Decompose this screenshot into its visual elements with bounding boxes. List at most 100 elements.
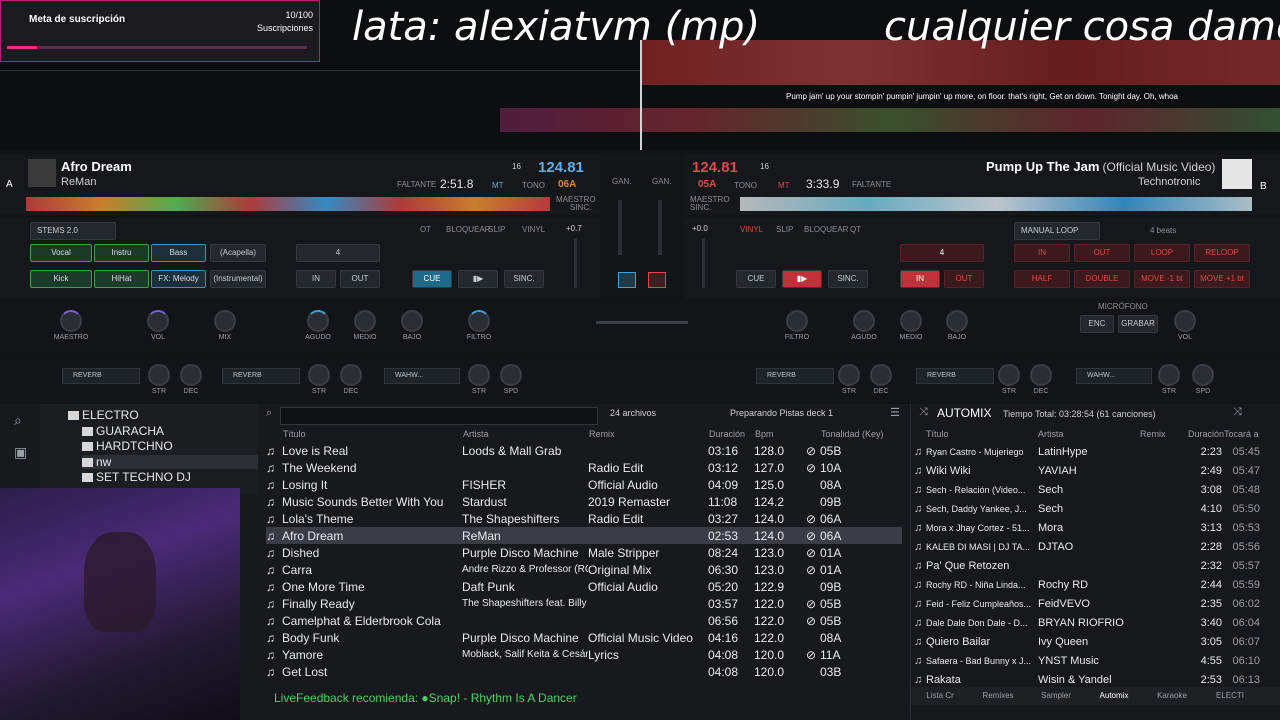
deck-b-cue-button[interactable]: CUE — [736, 270, 776, 288]
automix-row[interactable]: ♫ Dale Dale Don Dale - D... BRYAN RIOFRIO 3… — [913, 613, 1261, 632]
fx-b-2-str-knob[interactable] — [998, 364, 1020, 386]
automix-row[interactable]: ♫ Wiki Wiki YAVIAH 2:49 05:47 — [913, 461, 1261, 480]
fx-a-3-str-knob[interactable] — [468, 364, 490, 386]
automix-row[interactable]: ♫ Safaera - Bad Bunny x J... YNST Music 4:5… — [913, 651, 1261, 670]
browser-search-icon[interactable]: ⌕ — [266, 407, 272, 420]
tab-2[interactable]: Sampler — [1027, 687, 1085, 705]
tree-item-set-techno[interactable]: SET TECHNO DJ — [82, 470, 191, 484]
fx-a-2-dec-knob[interactable] — [340, 364, 362, 386]
loop-size[interactable]: 4 — [296, 244, 380, 262]
tab-5[interactable]: ELECTI — [1201, 687, 1259, 705]
deck-a-high-knob[interactable] — [307, 310, 329, 332]
col-duration[interactable]: Duración — [708, 426, 754, 442]
channel-fader-b[interactable] — [658, 200, 662, 255]
table-row[interactable]: ♫ Body Funk Purple Disco Machine Official M… — [266, 629, 902, 646]
deck-b-qt[interactable]: QT — [850, 225, 861, 234]
automix-row[interactable]: ♫ Mora x Jhay Cortez - 51... Mora 3:13 05:53 — [913, 518, 1261, 537]
list-menu-icon[interactable]: ☰ — [890, 406, 900, 419]
deck-b-sync-button[interactable]: SINC. — [828, 270, 868, 288]
deck-a-loop-in[interactable]: IN — [296, 270, 336, 288]
deck-a-pitch-slider[interactable] — [574, 238, 577, 288]
fx-a-1-str-knob[interactable] — [148, 364, 170, 386]
fx-b-2-dec-knob[interactable] — [1030, 364, 1052, 386]
fx-b-3[interactable]: WAHW... — [1076, 368, 1152, 384]
auto-col-duration[interactable]: Duración — [1187, 426, 1224, 442]
tree-item-nw[interactable]: nw — [82, 455, 258, 469]
fx-b-2[interactable]: REVERB — [916, 368, 994, 384]
table-row[interactable]: ♫ The Weekend Radio Edit 03:12 127.0 ⊘ 10A — [266, 459, 902, 476]
deck-b-waveform[interactable] — [740, 197, 1252, 211]
deck-a-qt[interactable]: OT — [420, 225, 431, 234]
automix-row[interactable]: ♫ Ryan Castro - Mujeriego LatinHype 2:23 05:… — [913, 442, 1261, 461]
fx-a-1-dec-knob[interactable] — [180, 364, 202, 386]
table-row[interactable]: ♫ Music Sounds Better With You Stardust 201… — [266, 493, 902, 510]
shuffle-icon[interactable]: ⤨ — [1233, 406, 1242, 419]
fx-a-3-spd-knob[interactable] — [500, 364, 522, 386]
tab-3[interactable]: Automix — [1085, 687, 1143, 705]
vol-knob[interactable] — [147, 310, 169, 332]
table-row[interactable]: ♫ Camelphat & Elderbrook Cola 06:56 122.0 ⊘ 0… — [266, 612, 902, 629]
loop-btn-move-back[interactable]: MOVE -1 bt — [1134, 270, 1190, 288]
mix-knob[interactable] — [214, 310, 236, 332]
headphone-a-button[interactable] — [618, 272, 636, 288]
col-title[interactable]: Título — [282, 426, 462, 442]
tab-1[interactable]: Remixes — [969, 687, 1027, 705]
stem-hihat[interactable]: HiHat — [94, 270, 149, 288]
mic-enc-button[interactable]: ENC — [1080, 315, 1114, 333]
crossfader[interactable] — [596, 321, 688, 324]
tree-item-guaracha[interactable]: GUARACHA — [82, 424, 164, 438]
automix-row[interactable]: ♫ Rochy RD - Niña Linda... Rochy RD 2:44 05:… — [913, 575, 1261, 594]
fx-b-3-str-knob[interactable] — [1158, 364, 1180, 386]
col-remix[interactable]: Remix — [588, 426, 708, 442]
loop-mode-selector[interactable]: MANUAL LOOP — [1014, 222, 1100, 240]
fx-a-2[interactable]: REVERB — [222, 368, 300, 384]
stem-bass[interactable]: Bass — [151, 244, 206, 262]
table-row[interactable]: ♫ Yamore Moblack, Salif Keita & Cesária...… — [266, 646, 902, 663]
deck-b-pitch-slider[interactable] — [702, 238, 705, 288]
automix-row[interactable]: ♫ KALEB DI MASI | DJ TA... DJTAO 2:28 05:56 — [913, 537, 1261, 556]
table-row[interactable]: ♫ Carra Andre Rizzo & Professor (RO) Origin… — [266, 561, 902, 578]
stems-selector[interactable]: STEMS 2.0 — [30, 222, 116, 240]
headphone-b-button[interactable] — [648, 272, 666, 288]
loop-btn-reloop[interactable]: RELOOP — [1194, 244, 1250, 262]
browser-search-input[interactable] — [280, 407, 598, 425]
deck-b-loop-out[interactable]: OUT — [944, 270, 984, 288]
livefeed-text[interactable]: LiveFeedback recomienda: ●Snap! - Rhythm… — [274, 691, 577, 705]
stem-acapella[interactable]: (Acapella) — [210, 244, 266, 262]
deck-a-vinyl[interactable]: VINYL — [522, 225, 545, 234]
col-bpm[interactable]: Bpm — [754, 426, 806, 442]
auto-col-remix[interactable]: Remix — [1139, 426, 1187, 442]
tab-4[interactable]: Karaoke — [1143, 687, 1201, 705]
fx-a-3[interactable]: WAHW... — [384, 368, 460, 384]
deck-b-vinyl[interactable]: VINYL — [740, 225, 763, 234]
deck-a-sync-button[interactable]: SINC. — [504, 270, 544, 288]
loop-btn-move-fwd[interactable]: MOVE +1 bt — [1194, 270, 1250, 288]
deck-b-play-button[interactable]: ▮▶ — [782, 270, 822, 288]
stem-vocal[interactable]: Vocal — [30, 244, 92, 262]
col-artist[interactable]: Artista — [462, 426, 588, 442]
deck-a-low-knob[interactable] — [401, 310, 423, 332]
stem-kick[interactable]: Kick — [30, 270, 92, 288]
channel-fader-a[interactable] — [618, 200, 622, 255]
table-row[interactable]: ♫ Lola's Theme The Shapeshifters Radio Edit… — [266, 510, 902, 527]
stem-fx-melody[interactable]: FX: Melody — [151, 270, 206, 288]
stem-instru[interactable]: Instru — [94, 244, 149, 262]
deck-a-cue-button[interactable]: CUE — [412, 270, 452, 288]
deck-b-mid-knob[interactable] — [900, 310, 922, 332]
search-icon[interactable]: ⌕ — [14, 412, 34, 428]
table-row[interactable]: ♫ Losing It FISHER Official Audio 04:09 125.0… — [266, 476, 902, 493]
deck-b-filter-knob[interactable] — [786, 310, 808, 332]
automix-row[interactable]: ♫ Sech - Relación (Video... Sech 3:08 05:48 — [913, 480, 1261, 499]
automix-row[interactable]: ♫ Sech, Daddy Yankee, J... Sech 4:10 05:50 — [913, 499, 1261, 518]
mic-record-button[interactable]: GRABAR — [1118, 315, 1158, 333]
deck-a-play-button[interactable]: ▮▶ — [458, 270, 498, 288]
deck-a-waveform[interactable] — [26, 197, 550, 211]
table-row[interactable]: ♫ Dished Purple Disco Machine Male Stripper… — [266, 544, 902, 561]
deck-a-mid-knob[interactable] — [354, 310, 376, 332]
auto-col-title[interactable]: Título — [925, 426, 1037, 442]
loop-btn-half[interactable]: HALF — [1014, 270, 1070, 288]
col-key[interactable]: Tonalidad (Key) — [820, 426, 902, 442]
auto-col-at[interactable]: Tocará a — [1223, 426, 1261, 442]
tree-item-electro[interactable]: ELECTRO — [68, 408, 139, 422]
auto-col-artist[interactable]: Artista — [1037, 426, 1139, 442]
